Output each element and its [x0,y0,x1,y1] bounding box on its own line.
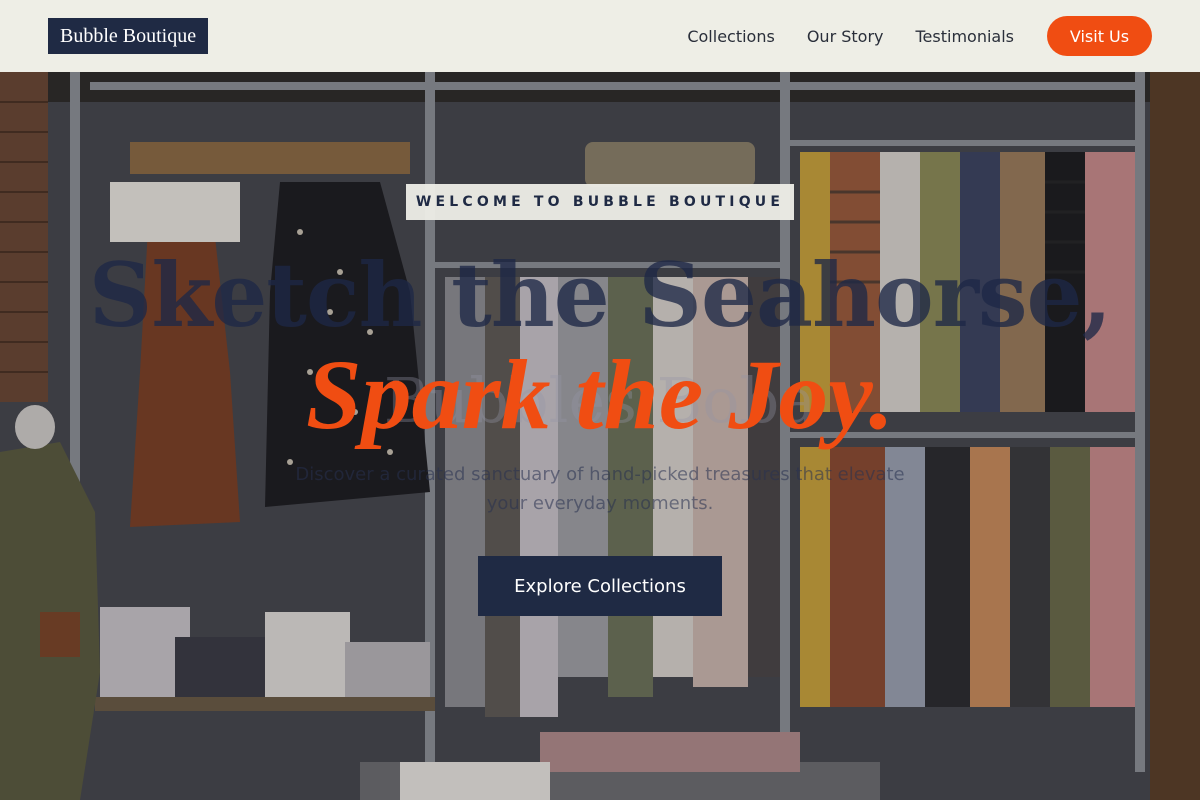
main-nav: Collections Our Story Testimonials Visit… [687,16,1152,56]
logo[interactable]: Bubble Boutique [48,18,209,54]
hero-subtext: Discover a curated sanctuary of hand-pic… [295,464,905,514]
site-header: Bubble Boutique Collections Our Story Te… [0,0,1200,72]
visit-us-button[interactable]: Visit Us [1047,16,1152,56]
nav-our-story[interactable]: Our Story [807,27,884,46]
welcome-badge: WELCOME TO BUBBLE BOUTIQUE [406,184,794,220]
explore-collections-button[interactable]: Explore Collections [478,556,722,616]
nav-testimonials[interactable]: Testimonials [916,27,1015,46]
headline-line-1: Sketch the Seahorse, [88,243,1112,347]
nav-collections[interactable]: Collections [687,27,774,46]
headline-line-2: Spark the Joy. [306,339,894,450]
